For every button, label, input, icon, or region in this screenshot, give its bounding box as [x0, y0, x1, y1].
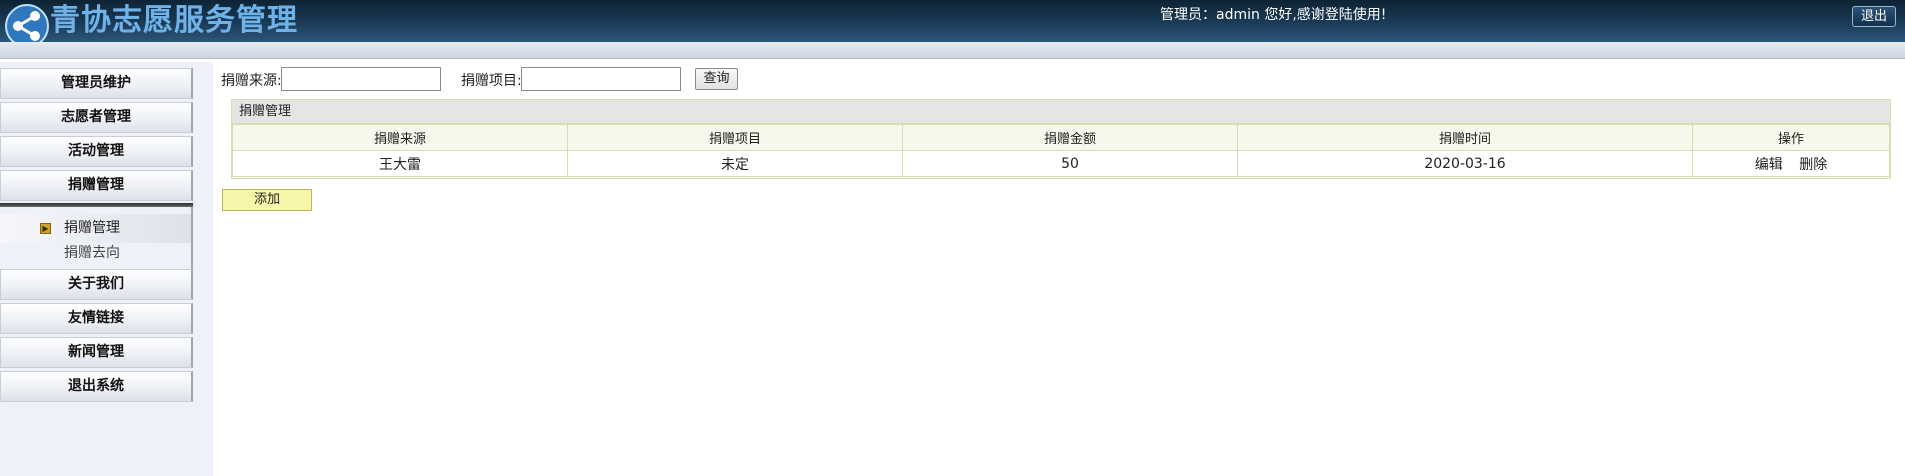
- source-input[interactable]: [281, 67, 441, 91]
- query-button[interactable]: 查询: [695, 68, 738, 90]
- top-header: 青协志愿服务管理 管理员：admin 您好,感谢登陆使用! 退出: [0, 0, 1905, 48]
- source-label: 捐赠来源:: [221, 73, 282, 89]
- column-header: 捐赠金额: [902, 124, 1238, 151]
- sidebar-item-activities[interactable]: 活动管理: [0, 136, 193, 167]
- sidebar-item-news[interactable]: 新闻管理: [0, 337, 193, 368]
- logout-button[interactable]: 退出: [1852, 6, 1896, 27]
- column-header: 操作: [1692, 124, 1890, 151]
- sidebar-item-admin[interactable]: 管理员维护: [0, 68, 193, 99]
- donation-submenu: ▶ 捐赠管理 捐赠去向: [0, 207, 193, 269]
- add-button[interactable]: 添加: [222, 189, 312, 211]
- arrow-right-icon: ▶: [40, 223, 51, 234]
- column-header: 捐赠项目: [567, 124, 903, 151]
- sidebar-item-volunteers[interactable]: 志愿者管理: [0, 102, 193, 133]
- main-content: 捐赠来源: 捐赠项目: 查询 捐赠管理 捐赠来源 捐赠项目 捐赠金额 捐赠时间 …: [213, 62, 1905, 476]
- welcome-text: 管理员：admin 您好,感谢登陆使用!: [1160, 7, 1387, 23]
- cell-actions: 编辑 删除: [1692, 150, 1890, 177]
- cell-time: 2020-03-16: [1237, 150, 1693, 177]
- panel-title: 捐赠管理: [232, 100, 1890, 124]
- app-title: 青协志愿服务管理: [50, 3, 298, 38]
- project-label: 捐赠项目:: [461, 73, 522, 89]
- donation-panel: 捐赠管理 捐赠来源 捐赠项目 捐赠金额 捐赠时间 操作 王大雷 未定 50 20…: [231, 99, 1891, 179]
- sidebar-item-exit[interactable]: 退出系统: [0, 371, 193, 402]
- submenu-item-donation-manage[interactable]: ▶ 捐赠管理: [0, 214, 191, 243]
- sidebar-item-links[interactable]: 友情链接: [0, 303, 193, 334]
- header-subbar: [0, 42, 1905, 59]
- table-row: 王大雷 未定 50 2020-03-16 编辑 删除: [232, 150, 1890, 177]
- project-input[interactable]: [521, 67, 681, 91]
- sidebar: 管理员维护 志愿者管理 活动管理 捐赠管理 ▶ 捐赠管理 捐赠去向 关于我们 友…: [0, 62, 213, 476]
- sidebar-item-about[interactable]: 关于我们: [0, 269, 193, 300]
- cell-project: 未定: [567, 150, 903, 177]
- submenu-label: 捐赠管理: [64, 220, 120, 236]
- column-header: 捐赠来源: [232, 124, 568, 151]
- sidebar-item-donations[interactable]: 捐赠管理: [0, 170, 193, 201]
- table-header-row: 捐赠来源 捐赠项目 捐赠金额 捐赠时间 操作: [232, 124, 1890, 151]
- delete-link[interactable]: 删除: [1799, 157, 1827, 173]
- column-header: 捐赠时间: [1237, 124, 1693, 151]
- edit-link[interactable]: 编辑: [1755, 157, 1783, 173]
- submenu-item-donation-destination[interactable]: 捐赠去向: [64, 241, 120, 265]
- cell-amount: 50: [902, 150, 1238, 177]
- donation-table: 捐赠来源 捐赠项目 捐赠金额 捐赠时间 操作 王大雷 未定 50 2020-03…: [232, 124, 1890, 177]
- cell-source: 王大雷: [232, 150, 568, 177]
